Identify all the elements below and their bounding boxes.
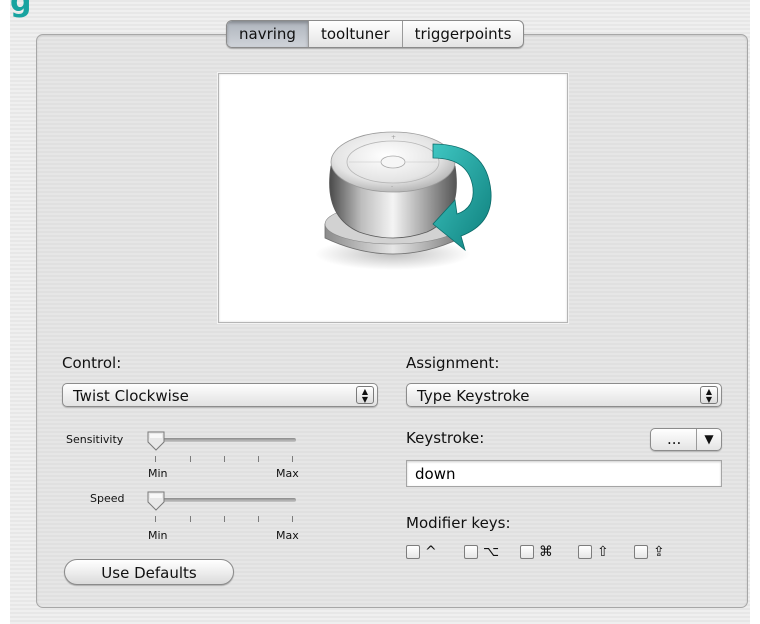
keystroke-input[interactable] [407,461,715,486]
control-label: Control: [62,354,122,372]
speed-tick [155,516,156,522]
sensitivity-tick [258,456,259,462]
sensitivity-slider-thumb[interactable] [146,430,166,452]
speed-slider-thumb[interactable] [146,490,166,512]
speed-max-label: Max [276,529,299,542]
keystroke-label: Keystroke: [406,429,485,447]
control-popup[interactable]: Twist Clockwise ▲ ▼ [62,383,378,407]
svg-text:-: - [391,183,393,190]
sensitivity-slider-track[interactable] [152,438,296,442]
caps-lock-key-icon: ⇪ [653,544,665,560]
tab-navring[interactable]: navring [227,21,309,47]
speed-tick [224,516,225,522]
option-checkbox[interactable] [464,545,478,559]
control-checkbox[interactable] [406,545,420,559]
tab-bar: navring tooltuner triggerpoints [226,20,525,48]
tab-triggerpoints[interactable]: triggerpoints [403,21,524,47]
speed-label: Speed [90,492,125,505]
option-key-icon: ⌥ [483,544,500,560]
sensitivity-max-label: Max [276,467,299,480]
assignment-label: Assignment: [406,354,500,372]
tab-tooltuner[interactable]: tooltuner [309,21,403,47]
control-key-icon: ^ [425,544,437,560]
popup-arrows-icon: ▲ ▼ [700,386,718,404]
keystroke-menu-label: ... [667,430,682,448]
popup-arrows-icon: ▲ ▼ [356,386,374,404]
modifier-control[interactable]: ^ [406,543,437,561]
control-popup-value: Twist Clockwise [73,387,189,405]
window-title-fragment: g [10,0,33,19]
sensitivity-tick [292,456,293,462]
shift-key-icon: ⇧ [597,544,609,560]
assignment-popup-value: Type Keystroke [417,387,530,405]
modifier-option[interactable]: ⌥ [464,543,499,561]
preview-image-box: + - [218,73,568,323]
modifier-shift[interactable]: ⇧ [578,543,609,561]
sensitivity-tick [155,456,156,462]
command-key-icon: ⌘ [539,544,553,560]
modifier-keys-label: Modifier keys: [406,514,511,532]
modifier-caps-lock[interactable]: ⇪ [634,543,665,561]
command-checkbox[interactable] [520,545,534,559]
speed-slider-track[interactable] [152,498,296,502]
keystroke-menu-button[interactable]: ... ▼ [650,428,722,451]
caps-lock-checkbox[interactable] [634,545,648,559]
modifier-command[interactable]: ⌘ [520,543,553,561]
sensitivity-tick [190,456,191,462]
sensitivity-label: Sensitivity [66,433,124,446]
chevron-down-icon: ▼ [696,429,721,450]
sensitivity-min-label: Min [148,467,168,480]
speed-tick [258,516,259,522]
speed-tick [190,516,191,522]
sensitivity-tick [224,456,225,462]
navring-twist-icon: + - [315,131,492,270]
keystroke-field-box [406,460,722,487]
shift-checkbox[interactable] [578,545,592,559]
assignment-popup[interactable]: Type Keystroke ▲ ▼ [406,383,722,407]
speed-tick [292,516,293,522]
use-defaults-button[interactable]: Use Defaults [64,559,234,585]
svg-text:+: + [391,134,396,141]
speed-min-label: Min [148,529,168,542]
